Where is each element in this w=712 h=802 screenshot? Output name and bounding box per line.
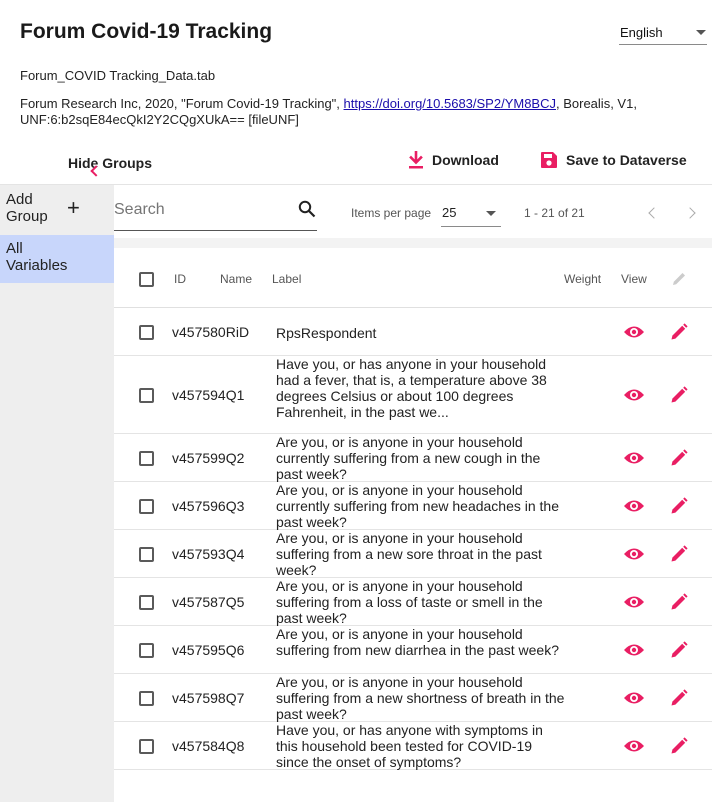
- table-spacer: [114, 238, 712, 248]
- download-button[interactable]: Download: [408, 151, 499, 169]
- eye-icon[interactable]: [623, 546, 645, 562]
- variable-id: v457587Q5: [172, 593, 245, 610]
- table-row: v457594Q1 Have you, or has anyone in you…: [114, 356, 712, 434]
- hide-groups-button[interactable]: Hide Groups: [46, 155, 153, 177]
- hide-groups-label: Hide Groups: [68, 155, 153, 171]
- items-per-page-underline: [441, 226, 501, 227]
- pagination-range: 1 - 21 of 21: [524, 206, 585, 220]
- variable-id: v457580RiD: [172, 323, 250, 340]
- pencil-icon[interactable]: [669, 448, 689, 468]
- variable-label: Are you, or is anyone in your household …: [276, 626, 560, 658]
- pencil-icon[interactable]: [669, 322, 689, 342]
- table-row: v457596Q3 Are you, or is anyone in your …: [114, 482, 712, 530]
- variable-id: v457593Q4: [172, 545, 245, 562]
- sidebar-item-label: All Variables: [6, 240, 68, 274]
- row-checkbox[interactable]: [139, 450, 154, 466]
- pencil-icon: [673, 273, 685, 285]
- pencil-icon[interactable]: [669, 385, 689, 405]
- table-row: v457599Q2 Are you, or is anyone in your …: [114, 434, 712, 482]
- eye-icon[interactable]: [623, 498, 645, 514]
- variable-label: Are you, or is anyone in your household …: [276, 434, 541, 482]
- search-box: [114, 197, 319, 231]
- variables-table: ID Name Label Weight View v457580RiD Rps…: [114, 248, 712, 770]
- variable-id: v457584Q8: [172, 737, 245, 754]
- row-checkbox[interactable]: [139, 594, 154, 610]
- save-label: Save to Dataverse: [566, 152, 687, 168]
- save-icon: [541, 152, 557, 168]
- variable-id: v457599Q2: [172, 449, 245, 466]
- add-group-button[interactable]: Add Group +: [0, 185, 114, 233]
- eye-icon[interactable]: [623, 690, 645, 706]
- items-per-page-select[interactable]: 25: [442, 205, 456, 220]
- file-name: Forum_COVID Tracking_Data.tab: [20, 68, 216, 83]
- download-icon: [409, 151, 423, 169]
- variable-label: Are you, or is anyone in your household …: [276, 674, 565, 722]
- search-icon[interactable]: [298, 200, 316, 218]
- variable-id: v457596Q3: [172, 497, 245, 514]
- select-all-checkbox[interactable]: [139, 272, 154, 287]
- items-per-page-label: Items per page: [351, 206, 432, 220]
- column-id[interactable]: ID: [174, 272, 186, 286]
- eye-icon[interactable]: [623, 387, 645, 403]
- language-select[interactable]: English: [620, 25, 663, 40]
- variable-label: Have you, or has anyone in your househol…: [276, 356, 547, 420]
- eye-icon[interactable]: [623, 738, 645, 754]
- pencil-icon[interactable]: [669, 640, 689, 660]
- chevron-down-icon[interactable]: [696, 30, 706, 35]
- pencil-icon[interactable]: [669, 544, 689, 564]
- row-checkbox[interactable]: [139, 498, 154, 514]
- download-label: Download: [432, 152, 499, 168]
- add-group-label: Add Group: [6, 191, 48, 225]
- column-label[interactable]: Label: [272, 272, 301, 286]
- sidebar-item-all-variables[interactable]: All Variables: [0, 235, 114, 283]
- pencil-icon[interactable]: [669, 736, 689, 756]
- page-title: Forum Covid-19 Tracking: [20, 20, 273, 43]
- table-row: v457593Q4 Are you, or is anyone in your …: [114, 530, 712, 578]
- sidebar: Add Group + All Variables: [0, 185, 114, 802]
- chevron-down-icon[interactable]: [486, 211, 496, 216]
- row-checkbox[interactable]: [139, 738, 154, 754]
- search-underline: [114, 230, 317, 231]
- eye-icon[interactable]: [623, 450, 645, 466]
- eye-icon[interactable]: [623, 594, 645, 610]
- row-checkbox[interactable]: [139, 690, 154, 706]
- variable-label: Are you, or is anyone in your household …: [276, 578, 543, 626]
- variable-label: RpsRespondent: [276, 325, 377, 341]
- variable-label: Have you, or has anyone with symptoms in…: [276, 722, 543, 770]
- row-checkbox[interactable]: [139, 387, 154, 403]
- column-weight[interactable]: Weight: [564, 272, 601, 286]
- eye-icon[interactable]: [623, 324, 645, 340]
- variable-id: v457594Q1: [172, 386, 245, 403]
- next-page-icon[interactable]: [684, 207, 696, 219]
- pencil-icon[interactable]: [669, 592, 689, 612]
- pencil-icon[interactable]: [669, 688, 689, 708]
- column-name[interactable]: Name: [220, 272, 252, 286]
- variable-label: Are you, or is anyone in your household …: [276, 530, 542, 578]
- table-row: v457587Q5 Are you, or is anyone in your …: [114, 578, 712, 626]
- save-to-dataverse-button[interactable]: Save to Dataverse: [540, 151, 687, 169]
- toolbar: Hide Groups Download Save to Dataverse: [0, 148, 712, 184]
- plus-icon: +: [67, 195, 80, 220]
- citation: Forum Research Inc, 2020, "Forum Covid-1…: [20, 96, 700, 128]
- variable-label: Are you, or is anyone in your household …: [276, 482, 560, 530]
- table-row: v457584Q8 Have you, or has anyone with s…: [114, 722, 712, 770]
- table-row: v457598Q7 Are you, or is anyone in your …: [114, 674, 712, 722]
- row-checkbox[interactable]: [139, 546, 154, 562]
- table-row: v457580RiD RpsRespondent: [114, 308, 712, 356]
- variable-id: v457598Q7: [172, 689, 245, 706]
- eye-icon[interactable]: [623, 642, 645, 658]
- language-select-underline: [619, 44, 707, 45]
- row-checkbox[interactable]: [139, 324, 154, 340]
- pencil-icon[interactable]: [669, 496, 689, 516]
- row-checkbox[interactable]: [139, 642, 154, 658]
- table-row: v457595Q6 Are you, or is anyone in your …: [114, 626, 712, 674]
- citation-prefix: Forum Research Inc, 2020, "Forum Covid-1…: [20, 96, 344, 111]
- doi-link[interactable]: https://doi.org/10.5683/SP2/YM8BCJ: [344, 96, 556, 111]
- search-input[interactable]: [114, 201, 289, 219]
- table-header: ID Name Label Weight View: [114, 248, 712, 308]
- previous-page-icon[interactable]: [648, 207, 660, 219]
- variable-id: v457595Q6: [172, 641, 245, 658]
- column-view: View: [621, 272, 647, 286]
